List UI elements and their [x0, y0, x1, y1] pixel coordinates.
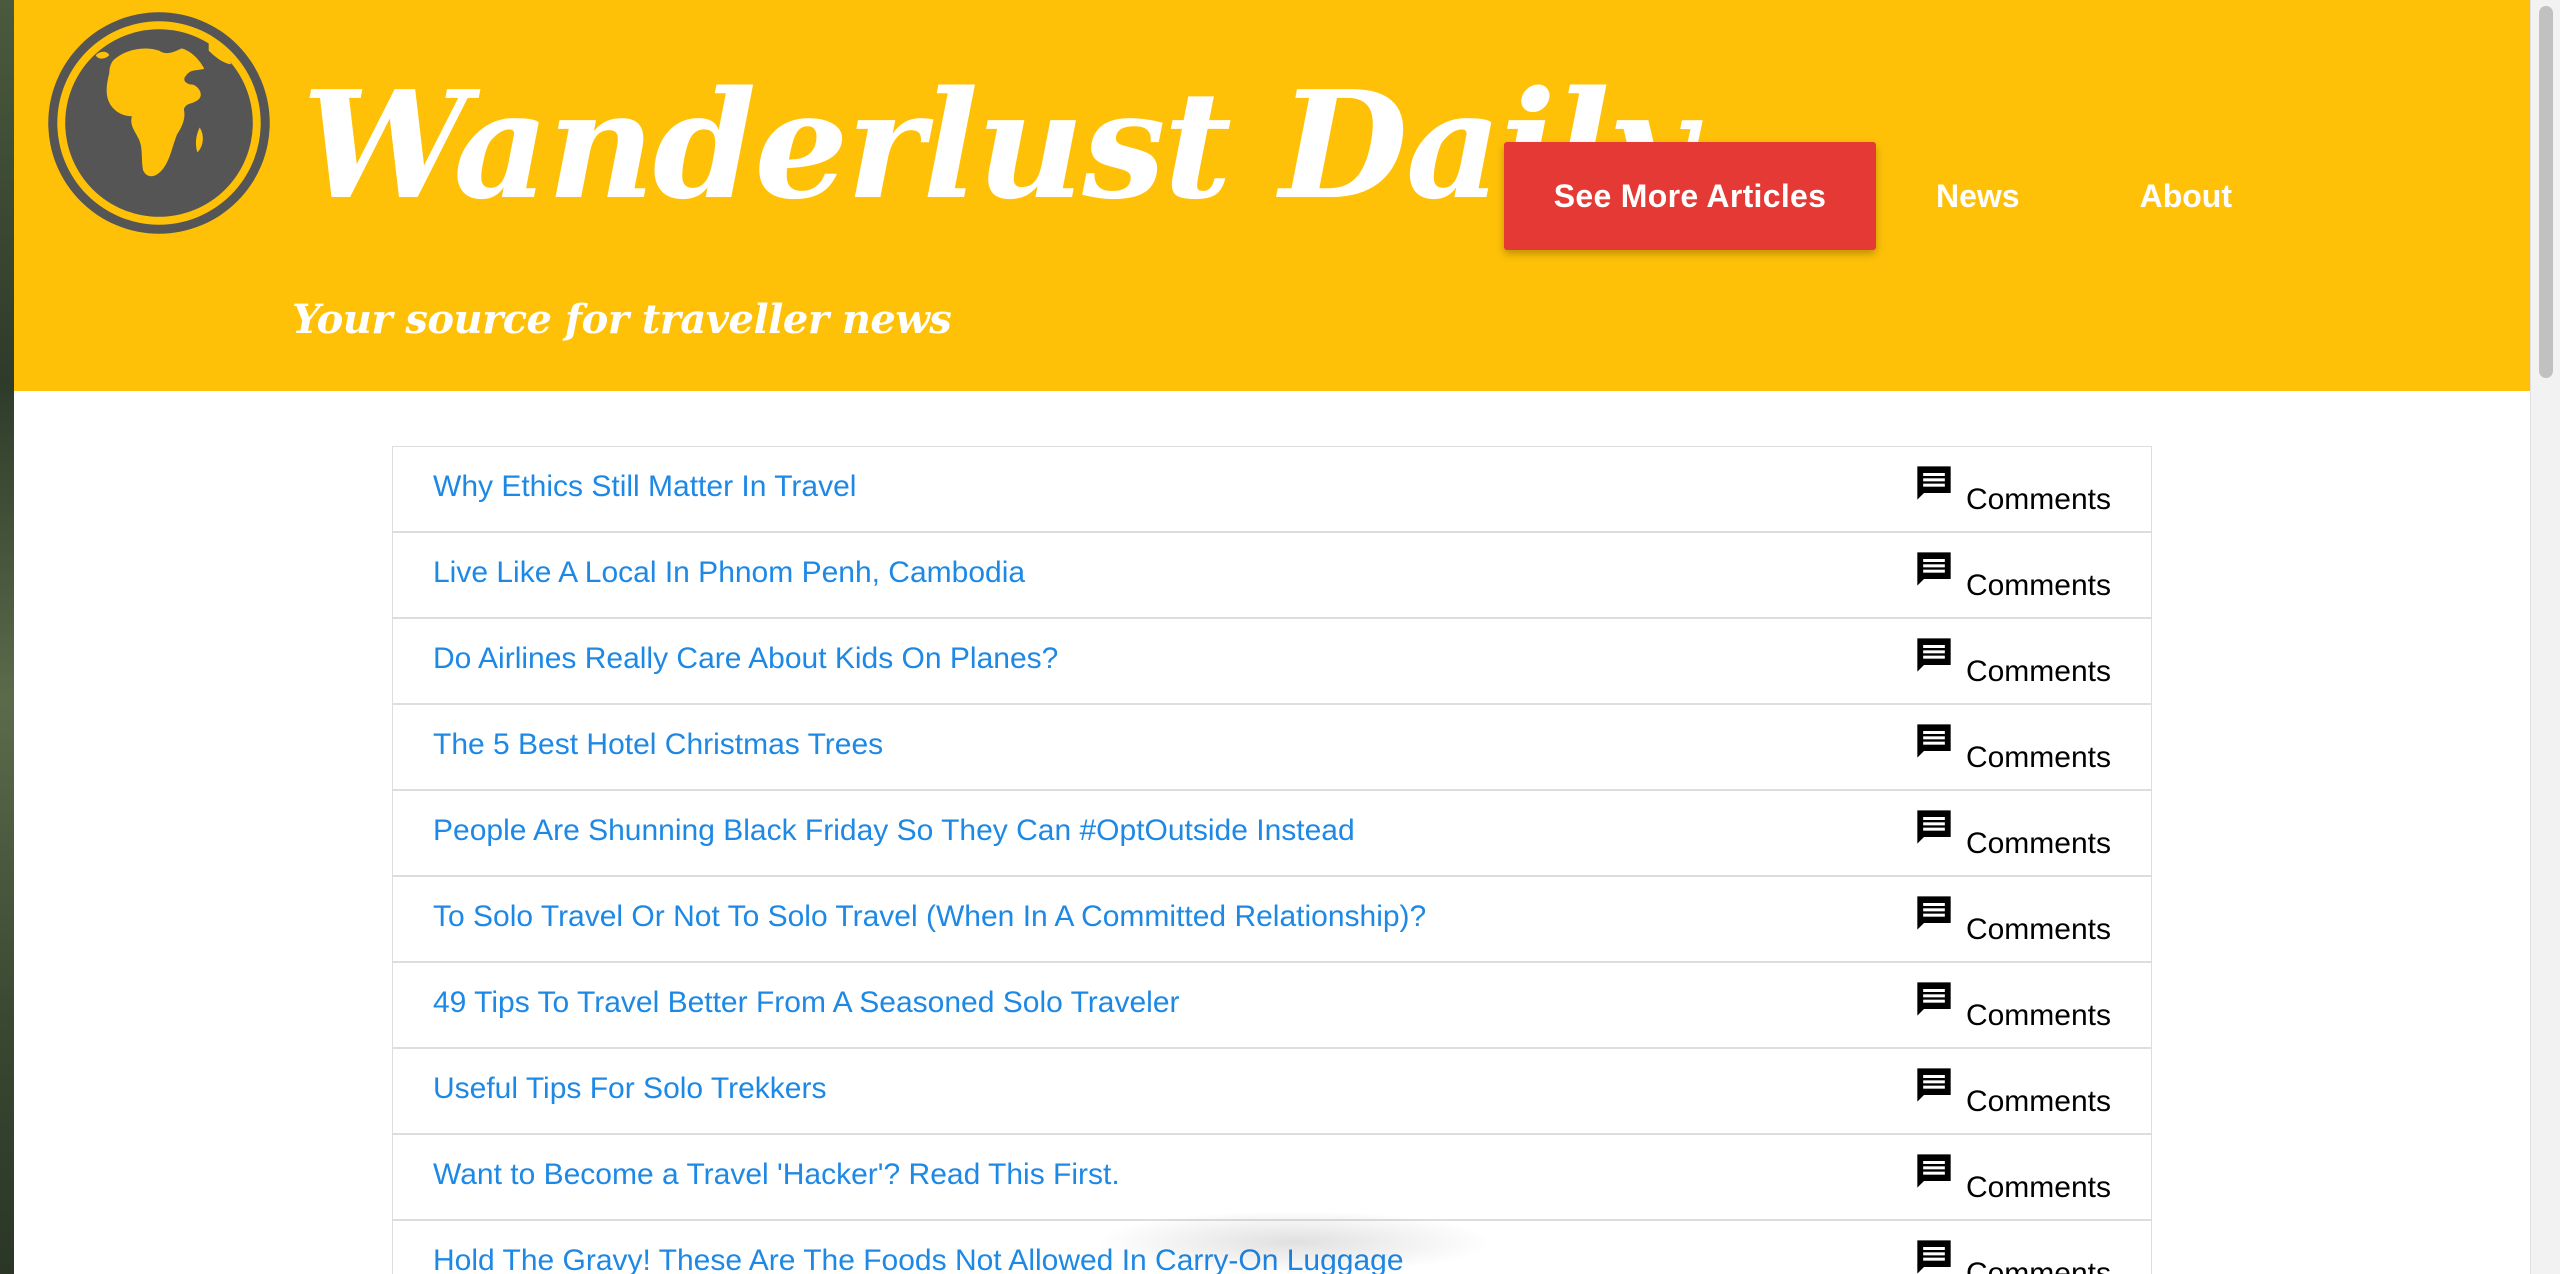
article-title-link[interactable]: 49 Tips To Travel Better From A Seasoned…	[433, 986, 1180, 1020]
comment-icon	[1917, 638, 1951, 672]
article-title-link[interactable]: Do Airlines Really Care About Kids On Pl…	[433, 642, 1058, 676]
comment-icon	[1917, 1068, 1951, 1102]
article-title-link[interactable]: People Are Shunning Black Friday So They…	[433, 814, 1355, 848]
comment-icon	[1917, 724, 1951, 758]
site-tagline: Your source for traveller news	[292, 296, 952, 343]
comments-link[interactable]: Comments	[1914, 891, 2111, 947]
vertical-scrollbar[interactable]	[2530, 0, 2560, 1274]
comments-label: Comments	[1965, 999, 2111, 1032]
browser-viewport: Wanderlust Daily Your source for travell…	[14, 0, 2560, 1274]
comments-label: Comments	[1965, 741, 2111, 774]
article-row: The 5 Best Hotel Christmas Trees Comments	[393, 705, 2151, 791]
comments-link[interactable]: Comments	[1914, 1235, 2111, 1274]
article-row: People Are Shunning Black Friday So They…	[393, 791, 2151, 877]
comments-link[interactable]: Comments	[1914, 719, 2111, 775]
article-title-link[interactable]: Useful Tips For Solo Trekkers	[433, 1072, 826, 1106]
comments-label: Comments	[1965, 1085, 2111, 1118]
main-nav: See More Articles News About	[1504, 142, 2232, 250]
comments-label: Comments	[1965, 655, 2111, 688]
comments-link[interactable]: Comments	[1914, 805, 2111, 861]
globe-logo-icon[interactable]	[46, 10, 272, 236]
comments-link[interactable]: Comments	[1914, 633, 2111, 689]
article-title-link[interactable]: The 5 Best Hotel Christmas Trees	[433, 728, 883, 762]
article-title-link[interactable]: To Solo Travel Or Not To Solo Travel (Wh…	[433, 900, 1426, 934]
comments-link[interactable]: Comments	[1914, 977, 2111, 1033]
comment-icon	[1917, 1154, 1951, 1188]
article-list: Why Ethics Still Matter In Travel Comment…	[392, 446, 2152, 1274]
article-row: 49 Tips To Travel Better From A Seasoned…	[393, 963, 2151, 1049]
comment-icon	[1917, 1240, 1951, 1274]
comments-label: Comments	[1965, 827, 2111, 860]
scroll-shadow	[1094, 1210, 1494, 1274]
article-title-link[interactable]: Why Ethics Still Matter In Travel	[433, 470, 856, 504]
comment-icon	[1917, 466, 1951, 500]
comments-label: Comments	[1965, 1257, 2111, 1274]
site-header: Wanderlust Daily Your source for travell…	[14, 0, 2530, 391]
see-more-articles-button[interactable]: See More Articles	[1504, 142, 1876, 250]
comments-label: Comments	[1965, 1171, 2111, 1204]
article-row: Live Like A Local In Phnom Penh, Cambodi…	[393, 533, 2151, 619]
comments-link[interactable]: Comments	[1914, 1149, 2111, 1205]
comment-icon	[1917, 552, 1951, 586]
comments-link[interactable]: Comments	[1914, 1063, 2111, 1119]
site-title[interactable]: Wanderlust Daily	[302, 30, 1694, 260]
comment-icon	[1917, 896, 1951, 930]
article-row: Do Airlines Really Care About Kids On Pl…	[393, 619, 2151, 705]
nav-link-about[interactable]: About	[2140, 142, 2232, 250]
article-row: To Solo Travel Or Not To Solo Travel (Wh…	[393, 877, 2151, 963]
article-row: Useful Tips For Solo Trekkers Comments	[393, 1049, 2151, 1135]
comments-link[interactable]: Comments	[1914, 547, 2111, 603]
article-title-link[interactable]: Want to Become a Travel 'Hacker'? Read T…	[433, 1158, 1120, 1192]
comments-label: Comments	[1965, 483, 2111, 516]
article-row: Want to Become a Travel 'Hacker'? Read T…	[393, 1135, 2151, 1221]
comment-icon	[1917, 810, 1951, 844]
comments-link[interactable]: Comments	[1914, 461, 2111, 517]
nav-link-news[interactable]: News	[1936, 142, 2020, 250]
comments-label: Comments	[1965, 569, 2111, 602]
desktop-background	[0, 0, 14, 1274]
comment-icon	[1917, 982, 1951, 1016]
comments-label: Comments	[1965, 913, 2111, 946]
article-title-link[interactable]: Live Like A Local In Phnom Penh, Cambodi…	[433, 556, 1025, 590]
scrollbar-thumb[interactable]	[2539, 6, 2553, 378]
article-row: Why Ethics Still Matter In Travel Comment…	[393, 447, 2151, 533]
